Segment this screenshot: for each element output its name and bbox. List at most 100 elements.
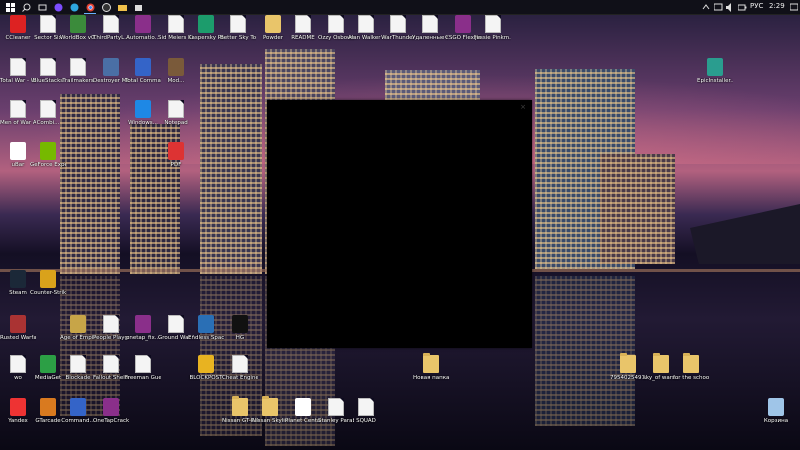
desktop-icon[interactable]: Windows... [125,100,161,140]
desktop-icon-label: Notepad [164,120,188,126]
desktop-icon[interactable]: Trailmakers [60,58,96,98]
desktop-icon[interactable]: Endless Space 2 [188,315,224,355]
doc-icon [70,58,86,76]
desktop-icon[interactable]: Nissan Skyline GT-R [252,396,288,438]
desktop-icon-label: Automatio... [126,35,160,41]
file-explorer-icon[interactable] [116,1,128,13]
doc-icon [103,315,119,333]
folder-icon [620,353,636,373]
desktop-icon-label: Counter-Strike Global... [30,290,66,296]
desktop-icon[interactable]: Новая папка [413,353,449,395]
desktop-icon[interactable]: ThirdPartyL... [93,15,129,55]
gtarcade-icon [40,398,56,416]
desktop-icon[interactable]: Automatio... [125,15,161,55]
desktop-icon[interactable]: Fallout Shelter [93,355,129,395]
folder-icon [262,396,278,416]
desktop-icon-label: Корзина [763,418,789,424]
destroyer-icon [103,58,119,76]
endless-space-icon [198,315,214,333]
doc-icon [10,58,26,76]
desktop-icon[interactable]: Age of Empires II [60,315,96,355]
desktop-icon[interactable]: Destroyer Mobile [93,58,129,98]
desktop-icon-label: ThirdPartyL... [93,35,129,41]
desktop-icon[interactable]: EpicInstaller... [697,58,733,98]
desktop-icon[interactable]: OneTapCrack [93,398,129,438]
black-window[interactable]: × [267,100,532,348]
desktop-icon[interactable]: Notepad [158,100,194,140]
desktop-icon[interactable]: PDF [158,142,194,182]
battery-icon[interactable] [736,1,748,13]
doc-icon [40,15,56,33]
chrome-icon[interactable] [84,1,96,14]
doc-icon [358,398,374,416]
language-indicator[interactable]: РУС [750,2,763,10]
desktop-icon[interactable]: Combi... [30,100,66,140]
desktop-icon-label: Trailmakers [62,78,94,84]
desktop-icon[interactable]: onetap_fix... [125,315,161,355]
desktop-icon[interactable]: 7954025497... [610,353,646,395]
desktop-icon[interactable]: GeForce Experience [30,142,66,182]
desktop-icon[interactable]: Command... [60,398,96,438]
desktop-icon[interactable]: Cheat Engine 2019 [222,355,258,395]
desktop-icon[interactable]: Kaspersky Password... [188,15,224,55]
mediaget-icon [40,355,56,373]
task-view-icon[interactable] [36,1,48,13]
doc-icon [168,315,184,333]
close-icon[interactable]: × [520,103,526,111]
desktop-icon[interactable]: Planet Centauri [285,398,321,438]
desktop-icon[interactable]: Freeman Guerril... [125,355,161,395]
volume-icon[interactable] [724,1,736,13]
desktop-icon[interactable]: Total Commander [125,58,161,98]
desktop-icon-label: Mod... [167,78,185,84]
desktop-icon[interactable]: HG [222,315,258,355]
epic-installer-icon [707,58,723,76]
desktop-icon[interactable]: Better Sky Tou... [220,15,256,55]
folder-icon [653,353,669,373]
desktop-icon[interactable]: WorldBox v0.5.148 [60,15,96,55]
app-icon[interactable] [52,1,64,13]
browser-icon[interactable] [68,1,80,13]
chevron-up-icon[interactable] [700,1,712,13]
desktop-icon[interactable]: for the school2 [673,353,709,395]
desktop-icon[interactable]: SQUAD [348,398,384,438]
planet-icon [295,398,311,416]
doc-icon [103,355,119,373]
desktop-icon-label: Endless Space 2 [188,335,224,341]
desktop-icon-label: Command... [61,418,95,424]
desktop-icon[interactable]: Jessie Pinkm... [475,15,511,55]
winrar-icon [135,15,151,33]
floppy-icon [135,58,151,76]
desktop-icon[interactable]: Counter-Strike Global... [30,270,66,310]
obs-icon[interactable] [100,1,112,13]
desktop-icon[interactable]: Alan Walker - Hope | Ne... [348,15,384,55]
start-icon[interactable] [4,1,16,13]
hg-icon [232,315,248,333]
desktop-icon-label: 7954025497... [610,375,646,381]
kaspersky-icon [198,15,214,33]
desktop-icon[interactable]: Корзина [758,398,794,438]
desktop-icon-label: GeForce Experience [30,162,66,168]
desktop-icon-label: Rusted Warfare [0,335,36,341]
clock[interactable]: 2:29 [769,2,785,10]
desktop-icon[interactable]: README [285,15,321,55]
ubar-icon [10,142,26,160]
desktop-icon[interactable]: People Playground [93,315,129,355]
folder-icon [683,353,699,373]
nvidia-icon [40,142,56,160]
desktop-icon[interactable]: Blockade [60,355,96,395]
network-icon[interactable] [712,1,724,13]
desktop-icon-label: README [291,35,315,41]
html-icon [358,15,374,33]
desktop-icon[interactable]: Mod... [158,58,194,98]
notifications-icon[interactable] [788,1,800,13]
doc-icon [10,100,26,118]
store-icon[interactable] [132,1,144,13]
desktop-icon[interactable]: WarThunder [380,15,416,55]
desktop-icon[interactable]: Удаленные приложения [412,15,448,55]
winrar-icon [135,315,151,333]
search-icon[interactable] [20,1,32,13]
floppy-icon [70,398,86,416]
desktop-icon[interactable]: BLOCKPOST [188,355,224,395]
doc-icon [295,15,311,33]
desktop-icon[interactable]: Rusted Warfare [0,315,36,355]
